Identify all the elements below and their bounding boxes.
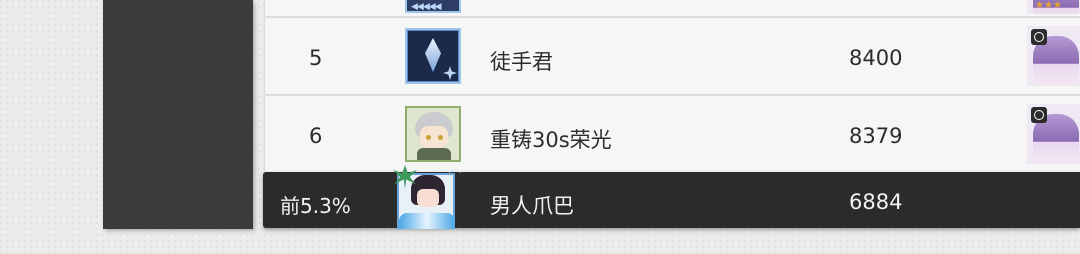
blade-gem-icon	[425, 38, 441, 72]
leaderboard-row-partial[interactable]: ◀◀◀◀◀ ★★★	[265, 0, 1080, 18]
leaderboard-row[interactable]: 5 徒手君 8400	[265, 18, 1080, 96]
row-score: 8379	[849, 124, 903, 148]
beach-character-avatar-icon: ⌒	[393, 165, 461, 233]
star-rating-icon: ★★★	[1035, 0, 1062, 11]
leaderboard-list[interactable]: ◀◀◀◀◀ ★★★ 5 徒手君 8400 6 重铸30s荣光 8379	[265, 0, 1080, 200]
leaderboard-row[interactable]: 6 重铸30s荣光 8379	[265, 96, 1080, 174]
row-player-name: 重铸30s荣光	[490, 128, 612, 152]
side-panel	[103, 0, 253, 229]
crystal-blade-avatar-icon	[405, 28, 461, 84]
self-score: 6884	[849, 190, 903, 214]
sparkle-icon	[443, 66, 457, 80]
player-avatar-icon: ◀◀◀◀◀	[405, 0, 461, 13]
self-player-name: 男人爪巴	[490, 194, 574, 218]
chevron-icon: ◀◀◀◀◀	[411, 2, 442, 12]
row-rank: 5	[309, 46, 323, 70]
team-portrait[interactable]	[1027, 104, 1080, 164]
team-portrait[interactable]: ★★★	[1027, 0, 1080, 14]
row-rank: 6	[309, 124, 323, 148]
self-rank-percentile: 前5.3%	[280, 194, 351, 218]
self-rank-row[interactable]: 前5.3% ⌒ 男人爪巴 6884	[263, 165, 1080, 229]
chibi-character-avatar-icon	[405, 106, 461, 162]
crosshair-icon	[1031, 29, 1047, 45]
seagull-icon: ⌒	[448, 169, 461, 183]
row-player-name: 徒手君	[490, 50, 553, 74]
row-score: 8400	[849, 46, 903, 70]
team-portrait[interactable]	[1027, 26, 1080, 86]
crosshair-icon	[1031, 107, 1047, 123]
